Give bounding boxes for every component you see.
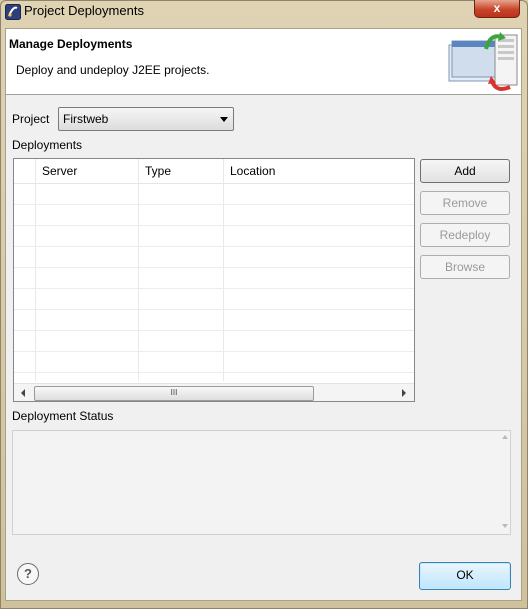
- banner-description: Deploy and undeploy J2EE projects.: [16, 63, 210, 77]
- banner-title: Manage Deployments: [9, 37, 133, 51]
- close-button[interactable]: x: [474, 0, 520, 18]
- row-divider: [14, 246, 414, 247]
- row-divider: [14, 204, 414, 205]
- row-divider: [14, 288, 414, 289]
- window-title: Project Deployments: [24, 3, 144, 18]
- column-header-location[interactable]: Location: [224, 159, 275, 183]
- deploy-server-icon: [448, 32, 518, 91]
- row-divider: [14, 309, 414, 310]
- horizontal-scrollbar[interactable]: III: [14, 383, 414, 401]
- redeploy-button[interactable]: Redeploy: [420, 223, 510, 247]
- column-header-server[interactable]: Server: [36, 159, 77, 183]
- deployment-status-label: Deployment Status: [12, 409, 114, 423]
- deployment-status-textarea[interactable]: [12, 430, 511, 535]
- column-divider: [138, 159, 139, 381]
- help-icon[interactable]: ?: [17, 563, 39, 585]
- header-banner: Manage Deployments Deploy and undeploy J…: [6, 29, 521, 95]
- deployments-label: Deployments: [12, 138, 83, 152]
- project-selected-value: Firstweb: [63, 112, 109, 126]
- project-dropdown[interactable]: Firstweb: [58, 107, 234, 131]
- column-header-type[interactable]: Type: [139, 159, 171, 183]
- project-label: Project: [12, 112, 50, 126]
- row-divider: [14, 330, 414, 331]
- scroll-right-button[interactable]: [396, 384, 412, 401]
- browse-button[interactable]: Browse: [420, 255, 510, 279]
- deployments-table[interactable]: Server Type Location III: [13, 158, 415, 402]
- table-header: Server Type Location: [14, 159, 414, 184]
- arrow-left-icon: [21, 389, 25, 397]
- close-icon: x: [493, 1, 501, 15]
- chevron-down-icon: [220, 117, 228, 122]
- eclipse-app-icon: [5, 4, 21, 20]
- row-divider: [14, 372, 414, 373]
- arrow-right-icon: [402, 389, 406, 397]
- scrollbar-thumb[interactable]: III: [34, 386, 314, 401]
- row-divider: [14, 267, 414, 268]
- dialog-client-area: Manage Deployments Deploy and undeploy J…: [5, 28, 522, 601]
- scroll-left-button[interactable]: [16, 384, 32, 401]
- scroll-down-icon[interactable]: [502, 524, 508, 528]
- scroll-up-icon[interactable]: [502, 435, 508, 439]
- row-divider: [14, 351, 414, 352]
- ok-button[interactable]: OK: [419, 562, 511, 590]
- remove-button[interactable]: Remove: [420, 191, 510, 215]
- column-divider: [223, 159, 224, 381]
- add-button[interactable]: Add: [420, 159, 510, 183]
- row-divider: [14, 225, 414, 226]
- column-divider: [35, 159, 36, 381]
- title-bar[interactable]: Project Deployments x: [0, 0, 528, 24]
